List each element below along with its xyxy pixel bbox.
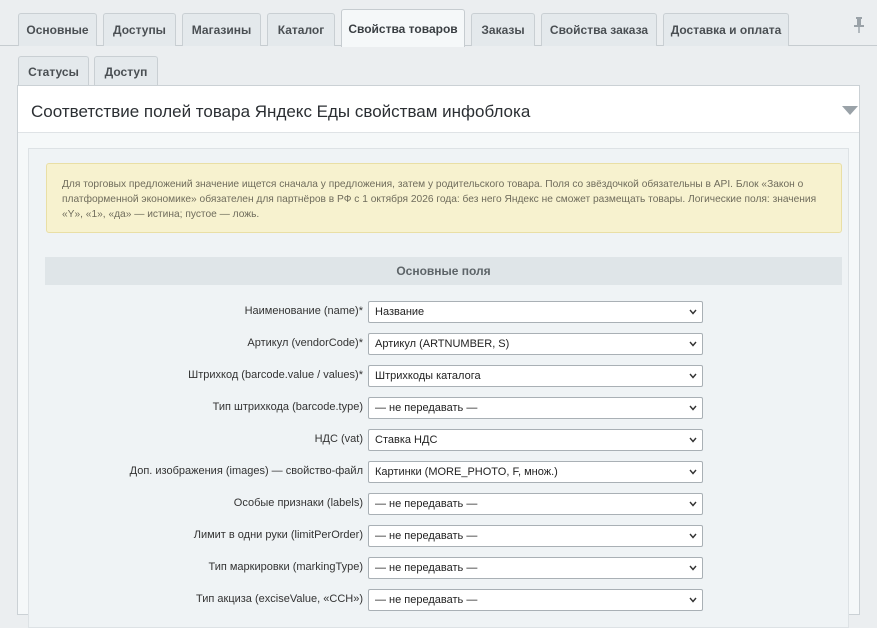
field-select[interactable]: Ставка НДС: [368, 429, 703, 451]
field-row-excise: Тип акциза (exciseValue, «ССН») — не пер…: [29, 589, 850, 611]
chevron-down-icon: [689, 437, 697, 443]
chevron-down-icon: [689, 373, 697, 379]
select-value: — не передавать —: [375, 530, 478, 542]
chevron-down-icon: [689, 469, 697, 475]
field-label: Штрихкод (barcode.value / values)*: [188, 369, 363, 381]
select-value: Штрихкоды каталога: [375, 370, 481, 382]
mapping-panel: Соответствие полей товара Яндекс Еды сво…: [17, 85, 860, 628]
field-label: Тип маркировки (markingType): [208, 561, 363, 573]
field-label: Лимит в одни руки (limitPerOrder): [193, 529, 363, 541]
select-value: — не передавать —: [375, 562, 478, 574]
select-value: Ставка НДС: [375, 434, 438, 446]
section-header: Основные поля: [45, 257, 842, 285]
section-title: Основные поля: [396, 264, 491, 278]
tab-label: Доставка и оплата: [670, 23, 782, 37]
chevron-down-icon: [689, 405, 697, 411]
chevron-down-icon: [689, 309, 697, 315]
field-row-labels: Особые признаки (labels) — не передавать…: [29, 493, 850, 515]
info-notice: Для торговых предложений значение ищется…: [46, 163, 842, 233]
field-row-vendorcode: Артикул (vendorCode)* Артикул (ARTNUMBER…: [29, 333, 850, 355]
field-select[interactable]: Артикул (ARTNUMBER, S): [368, 333, 703, 355]
field-row-vat: НДС (vat) Ставка НДС: [29, 429, 850, 451]
field-select[interactable]: — не передавать —: [368, 525, 703, 547]
collapse-arrow-icon[interactable]: [842, 106, 858, 116]
chevron-down-icon: [689, 597, 697, 603]
tab-osnovnye[interactable]: Основные: [18, 13, 97, 46]
tab-label: Свойства заказа: [549, 23, 649, 37]
field-label: Артикул (vendorCode)*: [247, 337, 363, 349]
field-row-marking: Тип маркировки (markingType) — не переда…: [29, 557, 850, 579]
tab-label: Основные: [26, 23, 89, 37]
field-row-barcode: Штрихкод (barcode.value / values)* Штрих…: [29, 365, 850, 387]
field-row-name: Наименование (name)* Название: [29, 301, 850, 323]
main-tabs: Основные Доступы Магазины Каталог Свойст…: [0, 0, 877, 47]
tab-zakazy[interactable]: Заказы: [471, 13, 535, 46]
field-select[interactable]: — не передавать —: [368, 589, 703, 611]
field-label: НДС (vat): [314, 433, 363, 445]
panel-header: Соответствие полей товара Яндекс Еды сво…: [18, 86, 859, 133]
select-value: — не передавать —: [375, 594, 478, 606]
chevron-down-icon: [689, 501, 697, 507]
field-select[interactable]: Картинки (MORE_PHOTO, F, множ.): [368, 461, 703, 483]
field-label: Тип штрихкода (barcode.type): [212, 401, 363, 413]
field-label: Тип акциза (exciseValue, «ССН»): [196, 593, 363, 605]
tab-svoistva-tovarov[interactable]: Свойства товаров: [341, 9, 465, 47]
field-label: Особые признаки (labels): [233, 497, 363, 509]
select-value: Название: [375, 306, 425, 318]
sub-tabs: Статусы Доступ: [0, 46, 877, 86]
field-label: Доп. изображения (images) — свойство-фай…: [129, 465, 363, 477]
tab-dostavka-i-oplata[interactable]: Доставка и оплата: [663, 13, 789, 46]
tab-label: Заказы: [481, 23, 525, 37]
panel-content: Для торговых предложений значение ищется…: [28, 148, 849, 628]
subtab-statusy[interactable]: Статусы: [18, 56, 89, 86]
pin-icon[interactable]: [853, 17, 865, 33]
chevron-down-icon: [689, 533, 697, 539]
field-row-images: Доп. изображения (images) — свойство-фай…: [29, 461, 850, 483]
tab-label: Свойства товаров: [348, 21, 458, 36]
field-label: Наименование (name)*: [244, 305, 363, 317]
tab-dostupy[interactable]: Доступы: [103, 13, 176, 46]
tab-label: Магазины: [191, 23, 252, 37]
select-value: Артикул (ARTNUMBER, S): [375, 338, 510, 350]
chevron-down-icon: [689, 341, 697, 347]
subtab-dostup[interactable]: Доступ: [94, 56, 158, 86]
subtab-label: Статусы: [28, 64, 79, 79]
field-row-barcode-type: Тип штрихкода (barcode.type) — не переда…: [29, 397, 850, 419]
tab-magaziny[interactable]: Магазины: [182, 13, 261, 46]
field-select[interactable]: — не передавать —: [368, 397, 703, 419]
panel-title: Соответствие полей товара Яндекс Еды сво…: [31, 102, 531, 121]
tab-label: Каталог: [277, 23, 325, 37]
field-select[interactable]: — не передавать —: [368, 557, 703, 579]
select-value: — не передавать —: [375, 498, 478, 510]
field-select[interactable]: Штрихкоды каталога: [368, 365, 703, 387]
chevron-down-icon: [689, 565, 697, 571]
field-select[interactable]: — не передавать —: [368, 493, 703, 515]
select-value: Картинки (MORE_PHOTO, F, множ.): [375, 466, 558, 478]
tab-label: Доступы: [113, 23, 166, 37]
tab-katalog[interactable]: Каталог: [267, 13, 335, 46]
select-value: — не передавать —: [375, 402, 478, 414]
tab-svoistva-zakaza[interactable]: Свойства заказа: [541, 13, 657, 46]
subtab-label: Доступ: [104, 64, 148, 79]
notice-text: Для торговых предложений значение ищется…: [62, 179, 817, 220]
field-select[interactable]: Название: [368, 301, 703, 323]
field-row-limit: Лимит в одни руки (limitPerOrder) — не п…: [29, 525, 850, 547]
